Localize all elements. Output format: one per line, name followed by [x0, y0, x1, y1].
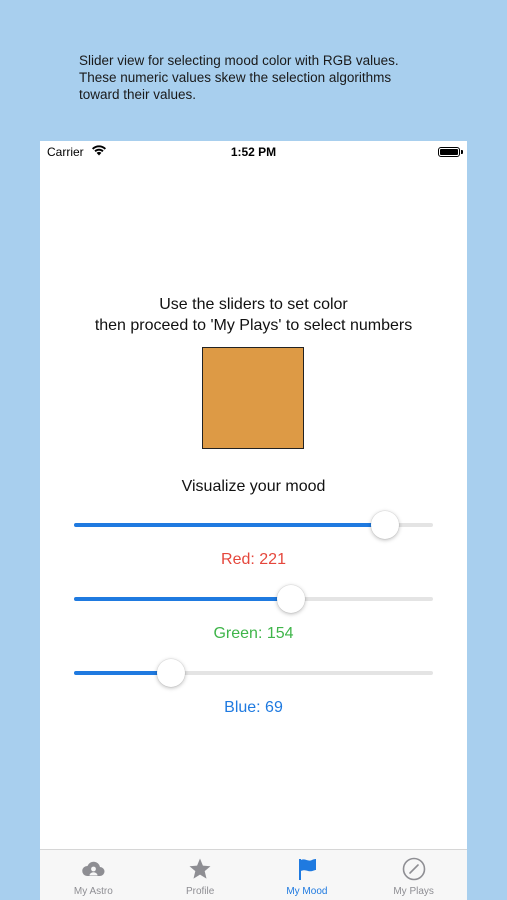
compass-icon [402, 857, 426, 881]
slider-thumb[interactable] [157, 659, 186, 687]
tab-bar: My Astro Profile My Mood My Plays [40, 849, 467, 900]
caption-line-2: These numeric values skew the selection … [79, 70, 392, 85]
red-slider[interactable] [74, 510, 433, 540]
tab-my-mood[interactable]: My Mood [254, 850, 361, 900]
phone-screen: Carrier 1:52 PM Use the sliders to set c… [40, 141, 467, 900]
blue-value-label: Blue: 69 [224, 699, 283, 716]
description-caption: Slider view for selecting mood color wit… [79, 52, 479, 103]
cloud-person-icon [81, 857, 105, 881]
slider-thumb[interactable] [276, 585, 305, 613]
tab-my-astro[interactable]: My Astro [40, 850, 147, 900]
instructions-text: Use the sliders to set color then procee… [40, 294, 467, 336]
instruction-line-1: Use the sliders to set color [159, 296, 348, 313]
green-value-label: Green: 154 [213, 625, 294, 642]
tab-label: Profile [185, 886, 215, 897]
red-value-label: Red: 221 [221, 551, 286, 568]
status-bar: Carrier 1:52 PM [40, 141, 467, 163]
slider-thumb[interactable] [371, 511, 400, 539]
tab-my-plays[interactable]: My Plays [360, 850, 467, 900]
status-time: 1:52 PM [230, 145, 277, 159]
battery-icon [438, 147, 463, 157]
slider-track-fill [74, 523, 386, 527]
tab-label: My Mood [286, 886, 328, 897]
flag-icon [295, 857, 319, 881]
tab-label: My Astro [73, 886, 113, 897]
blue-slider[interactable] [74, 658, 433, 688]
visualize-mood-label: Visualize your mood [181, 478, 326, 495]
color-swatch [202, 347, 304, 449]
star-icon [188, 857, 212, 881]
green-slider[interactable] [74, 584, 433, 614]
tab-profile[interactable]: Profile [147, 850, 254, 900]
slider-track-fill [74, 597, 291, 601]
caption-line-1: Slider view for selecting mood color wit… [79, 53, 399, 68]
caption-line-3: toward their values. [79, 87, 197, 102]
instruction-line-2: then proceed to 'My Plays' to select num… [94, 317, 413, 334]
tab-label: My Plays [393, 886, 434, 897]
